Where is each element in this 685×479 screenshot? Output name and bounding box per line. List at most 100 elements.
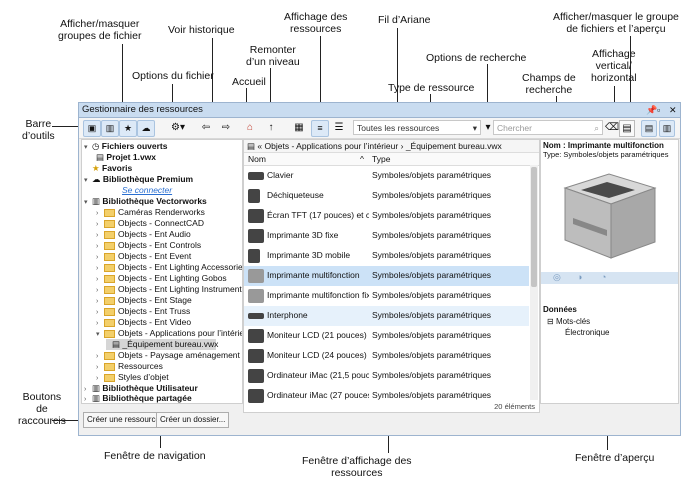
nav-folder[interactable]: › Ressources <box>96 361 163 372</box>
open-files-toggle[interactable]: ▣ <box>83 120 101 137</box>
table-row[interactable]: Clavier Symboles/objets paramétriques <box>244 166 529 186</box>
data-heading: Données <box>543 305 577 314</box>
details-icon: ☰ <box>334 122 344 133</box>
folder-icon <box>104 263 115 272</box>
nav-folder[interactable]: › Objects - ConnectCAD <box>96 218 204 229</box>
float-icon[interactable]: ▫ <box>657 103 660 117</box>
column-type[interactable]: Type <box>372 153 390 165</box>
table-row[interactable]: Ordinateur iMac (21,5 pouces)Symboles/ob… <box>244 366 529 386</box>
computer-icon <box>248 389 264 403</box>
resource-type-select[interactable]: Toutes les ressources ▾ <box>353 120 481 135</box>
nav-folder[interactable]: › Objects - Ent Audio <box>96 229 191 240</box>
breadcrumb-item[interactable]: Objets - Applications pour l’intérieur <box>265 141 399 151</box>
detail-view-button[interactable]: ☰ <box>331 120 347 135</box>
resource-manager-window: Gestionnaire des ressources 📌 ▫ ✕ ▣ ▥ ★ … <box>78 102 681 436</box>
callout-breadcrumb: Fil d’Ariane <box>378 14 431 26</box>
home-button[interactable]: ⌂ <box>243 120 257 135</box>
table-row[interactable]: Imprimante multifonction fixe Symboles/ob… <box>244 286 529 306</box>
table-row[interactable]: Écran TFT (17 pouces) et clavierSymboles… <box>244 206 529 226</box>
nav-folder[interactable]: › Objects - Ent Stage <box>96 295 192 306</box>
callout-preview-pane: Fenêtre d’aperçu <box>575 452 655 464</box>
view-icon[interactable]: ◎ <box>553 272 561 283</box>
nav-item-shared-library[interactable]: › ▥ Bibliothèque partagée <box>84 393 192 403</box>
callout-history: Voir historique <box>168 24 235 36</box>
table-row[interactable]: Interphone Symboles/objets paramétriques <box>244 306 529 326</box>
search-options-button[interactable]: ▾ <box>483 120 493 135</box>
star-icon: ★ <box>92 163 100 173</box>
table-row[interactable]: Imprimante 3D fixe Symboles/objets paramé… <box>244 226 529 246</box>
callout-search-field: Champs de recherche <box>522 72 576 96</box>
table-row[interactable]: Imprimante 3D mobile Symboles/objets para… <box>244 246 529 266</box>
library-icon: ▥ <box>92 383 101 393</box>
nav-item-favorites[interactable]: ★ Favoris <box>92 163 132 174</box>
close-icon[interactable]: ✕ <box>669 103 677 117</box>
table-row[interactable]: Déchiqueteuse Symboles/objets paramétriqu… <box>244 186 529 206</box>
view-icon[interactable]: ◔ <box>601 272 606 282</box>
nav-folder[interactable]: › Objects - Ent Truss <box>96 306 190 317</box>
nav-folder[interactable]: › Styles d’objet <box>96 372 169 383</box>
nav-item-sign-in[interactable]: Se connecter <box>122 185 172 196</box>
nav-item-project[interactable]: ▤ Projet 1.vwx <box>96 152 156 163</box>
table-row[interactable]: Moniteur LCD (21 pouces) Symboles/objets … <box>244 326 529 346</box>
table-row[interactable]: Ordinateur iMac (27 pouces) Symboles/obje… <box>244 386 529 406</box>
nav-file-selected[interactable]: ▤ _Équipement bureau.vwx <box>106 339 218 350</box>
cloud-toggle[interactable]: ☁ <box>137 120 155 137</box>
briefcase-icon: ▣ <box>87 123 97 133</box>
clear-search-button[interactable]: ⌫ <box>605 120 619 135</box>
table-row[interactable]: Moniteur LCD (24 pouces) Symboles/objets … <box>244 346 529 366</box>
callout-home: Accueil <box>232 76 266 88</box>
create-folder-button[interactable]: Créer un dossier... <box>156 412 230 428</box>
forward-button[interactable]: ⇨ <box>219 120 233 135</box>
list-view-button[interactable]: ≡ <box>311 120 329 137</box>
nav-folder[interactable]: › Objects - Ent Video <box>96 317 191 328</box>
library-icon: ▥ <box>92 393 101 403</box>
folder-icon <box>104 208 115 217</box>
table-row-selected[interactable]: Imprimante multifonction Symboles/objets … <box>244 266 529 286</box>
nav-item-vectorworks[interactable]: ▾ ▥ Bibliothèque Vectorworks <box>84 196 207 207</box>
nav-folder[interactable]: › Objects - Ent Event <box>96 251 191 262</box>
gear-icon: ⚙▾ <box>171 122 185 133</box>
column-name[interactable]: Nom <box>248 153 266 165</box>
library-icon: ▥ <box>92 196 101 206</box>
orientation-button[interactable]: ▤ <box>619 120 635 137</box>
view-icon[interactable]: ◑ <box>577 272 582 282</box>
toggle-preview-button[interactable]: ▥ <box>659 120 675 137</box>
nav-item-premium[interactable]: ▾ ☁ Bibliothèque Premium <box>84 174 193 185</box>
search-input[interactable]: Chercher ⌕ <box>493 120 603 135</box>
monitor-icon <box>248 209 264 223</box>
scrollbar-thumb[interactable] <box>531 167 537 287</box>
nav-folder[interactable]: › Objects - Ent Lighting Gobos <box>96 273 227 284</box>
library-toggle[interactable]: ▥ <box>101 120 119 137</box>
arrow-left-icon: ⇦ <box>201 122 211 133</box>
vertical-scrollbar[interactable] <box>530 165 538 400</box>
breadcrumb-item[interactable]: _Équipement bureau.vwx <box>406 141 502 151</box>
nav-folder[interactable]: › Caméras Renderworks <box>96 207 205 218</box>
favorites-toggle[interactable]: ★ <box>119 120 137 137</box>
keywords-node[interactable]: ⊟ Mots-clés <box>547 317 590 326</box>
keyword-value: Électronique <box>565 328 610 337</box>
breadcrumb-back-icon[interactable]: « <box>257 141 262 151</box>
folder-icon <box>104 241 115 250</box>
callout-search-options: Options de recherche <box>426 52 527 64</box>
item-count: 20 éléments <box>494 402 535 411</box>
nav-folder[interactable]: › Objects - Ent Lighting Accessories <box>96 262 242 273</box>
pin-icon[interactable]: 📌 <box>646 103 657 117</box>
printer-3d-icon <box>248 249 260 263</box>
nav-folder-open[interactable]: ▾ Objets - Applications pour l’intérieur <box>96 328 242 339</box>
nav-item-open-files[interactable]: ▾ ◷ Fichiers ouverts <box>84 141 167 152</box>
list-icon: ≡ <box>317 123 323 133</box>
folder-icon <box>104 252 115 261</box>
nav-folder[interactable]: › Objects - Ent Controls <box>96 240 201 251</box>
preview-pane: Nom : Imprimante multifonction Type: Sym… <box>540 139 679 404</box>
thumbnail-view-button[interactable]: ▦ <box>291 120 307 135</box>
nav-folder[interactable]: ›Objets - Paysage aménagement de ter <box>96 350 242 361</box>
toggle-file-group-button[interactable]: ▤ <box>641 120 657 137</box>
breadcrumb: ▤ « Objets - Applications pour l’intérie… <box>244 140 539 153</box>
up-level-button[interactable]: ↑ <box>265 120 277 135</box>
nav-folder[interactable]: › Objects - Ent Lighting Instruments <box>96 284 242 295</box>
file-options-button[interactable]: ⚙▾ <box>168 120 188 135</box>
folder-icon <box>104 351 115 360</box>
panel-left-icon: ▤ <box>644 123 654 133</box>
back-button[interactable]: ⇦ <box>199 120 213 135</box>
keyboard-icon <box>248 172 264 180</box>
